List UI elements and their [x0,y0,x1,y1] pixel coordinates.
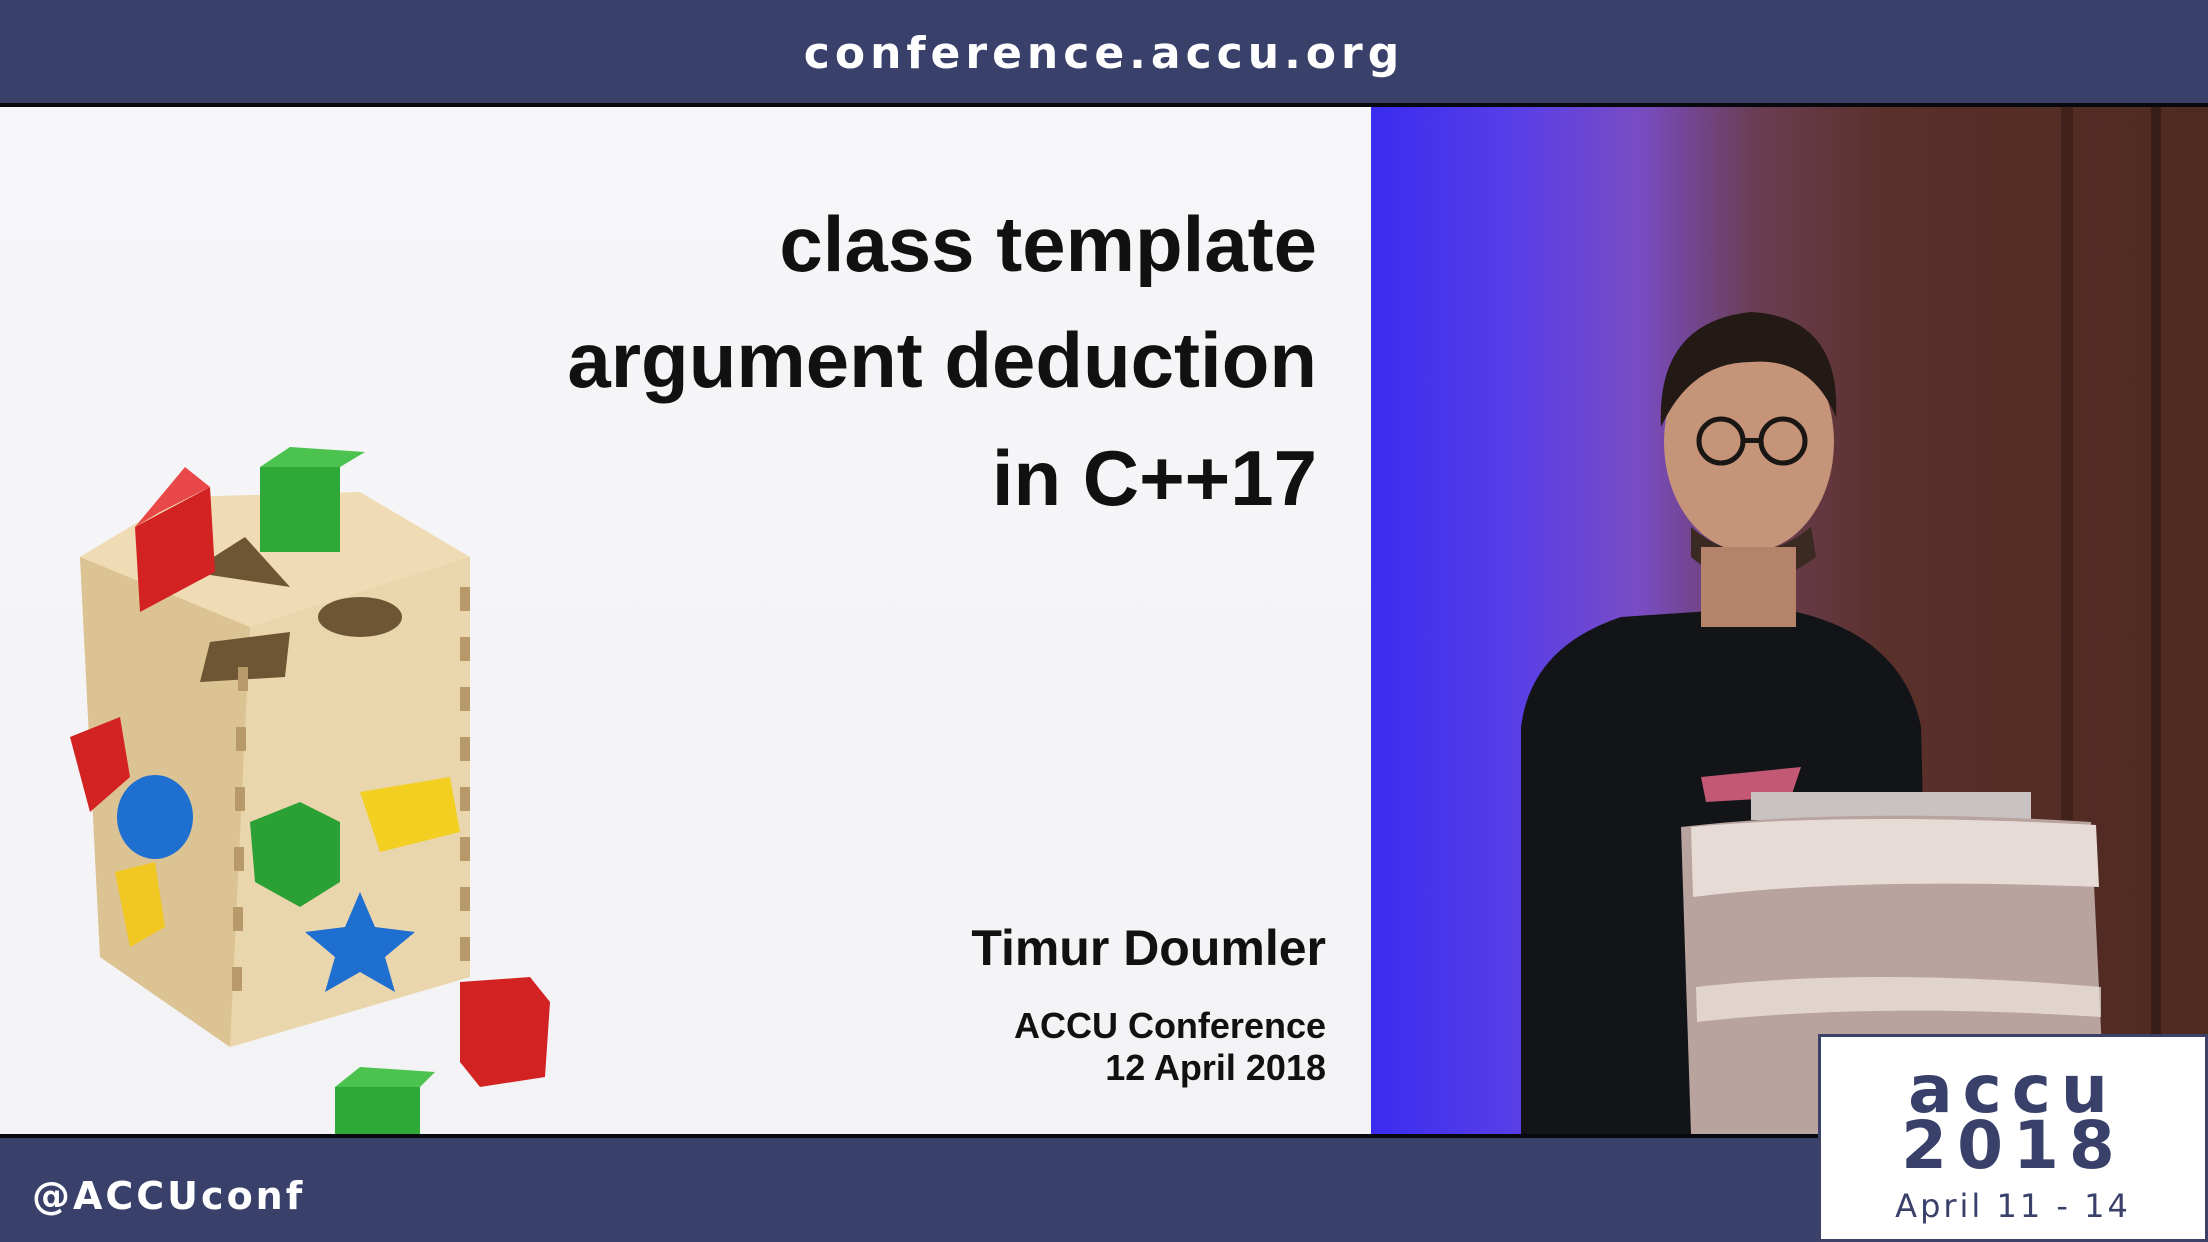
speaker-name: Timur Doumler [971,920,1326,976]
slide-title-line-3: in C++17 [991,434,1317,522]
presentation-slide: class template argument deduction in C++… [0,107,1371,1134]
event-name: ACCU Conference [1013,1005,1326,1046]
slide-title-line-1: class template [779,200,1317,288]
slide-title-line-2: argument deduction [567,316,1317,404]
top-banner: conference.accu.org [0,0,2208,103]
talk-date: 12 April 2018 [1105,1047,1326,1088]
speaker-video [1371,107,2208,1134]
logo-text-year: 2018 [1901,1107,2125,1184]
speaker-figure [1521,107,2161,1134]
shape-sorter-cube-icon [70,447,550,1134]
twitter-handle: @ACCUconf [32,1174,306,1218]
accu-2018-logo: accu 2018 April 11 - 14 [1818,1034,2208,1242]
conference-url: conference.accu.org [803,28,1405,79]
logo-dates: April 11 - 14 [1895,1187,2131,1225]
